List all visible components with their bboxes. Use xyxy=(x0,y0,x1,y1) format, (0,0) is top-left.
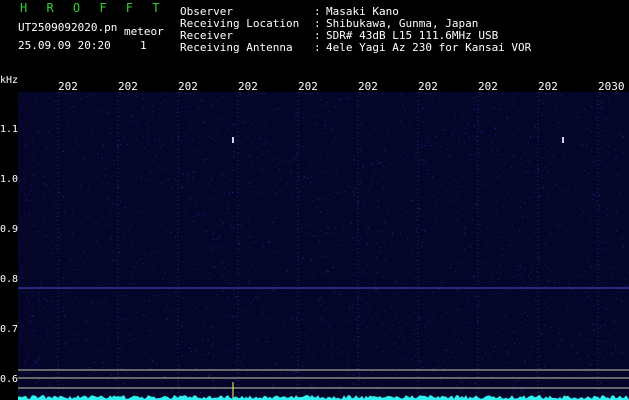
event-counter: 1 xyxy=(140,39,147,52)
spectrogram-panel xyxy=(18,92,629,400)
app-brand: H R O F F T xyxy=(20,1,166,15)
y-tick-label: 0.6 xyxy=(0,374,19,385)
date-time: 25.09.09 20:20 xyxy=(18,39,111,52)
meteor-echo xyxy=(232,137,234,143)
info-value-antenna: 4ele Yagi Az 230 for Kansai VOR xyxy=(326,41,532,54)
y-tick-label: 1.0 xyxy=(0,174,19,185)
y-tick-label: 0.7 xyxy=(0,324,19,335)
meteor-echo xyxy=(562,137,564,143)
info-separator: : xyxy=(314,41,321,54)
event-label: meteor xyxy=(124,25,164,38)
info-key-antenna: Receiving Antenna xyxy=(180,41,293,54)
y-axis-unit: kHz xyxy=(0,75,19,86)
y-tick-label: 1.1 xyxy=(0,124,19,135)
y-tick-label: 0.9 xyxy=(0,224,19,235)
file-name: UT2509092020.pn xyxy=(18,21,118,34)
y-tick-label: 0.8 xyxy=(0,274,19,285)
